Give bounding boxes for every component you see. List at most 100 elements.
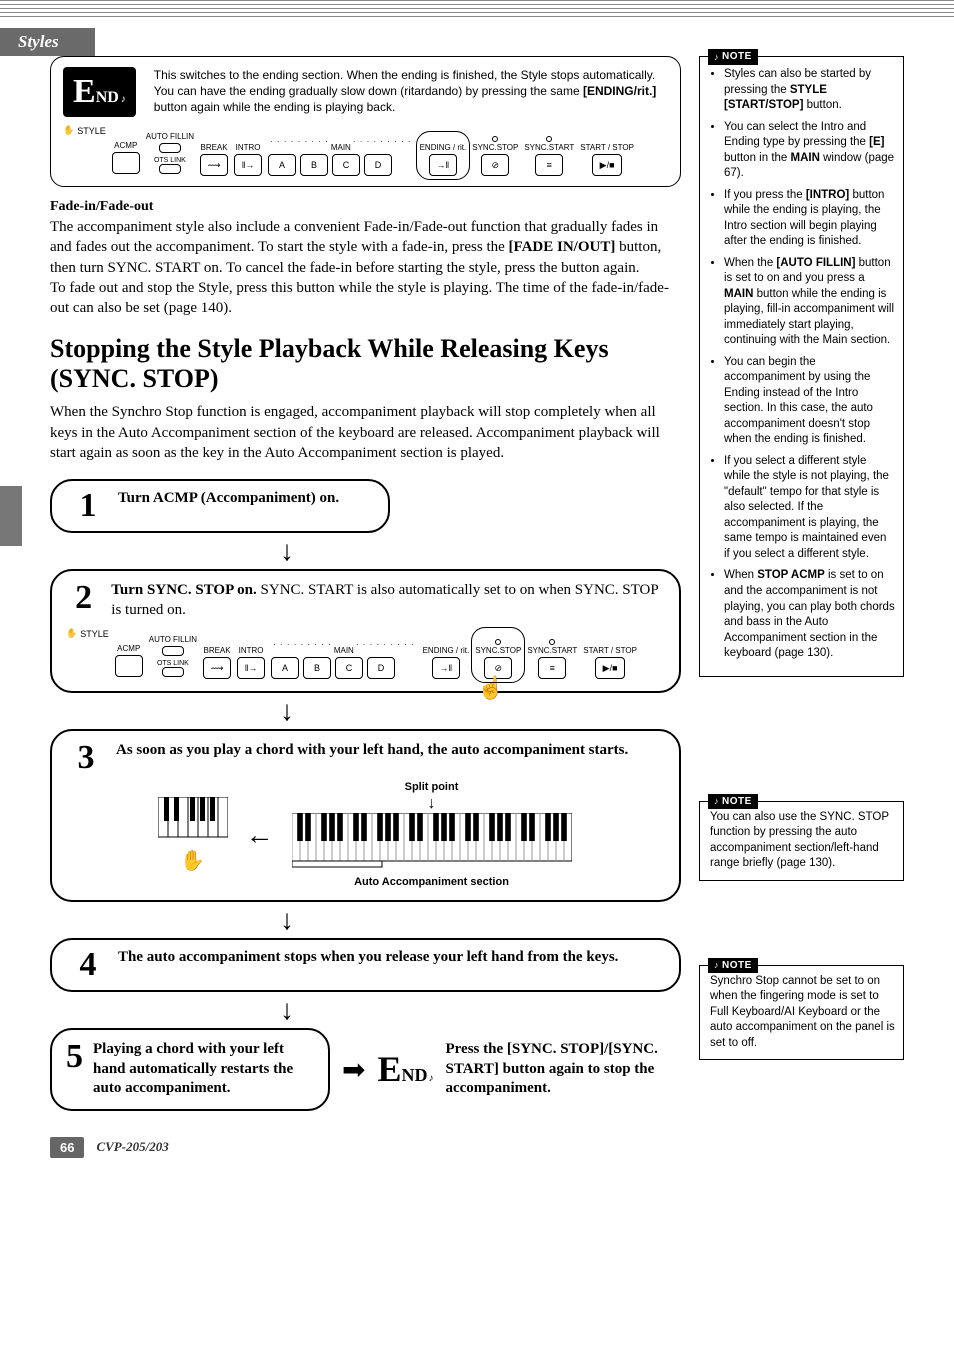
intro-label: INTRO bbox=[234, 143, 262, 152]
flow-arrow-4: ↓ bbox=[280, 996, 681, 1024]
otslink-button[interactable] bbox=[159, 164, 181, 174]
flow-arrow-2: ↓ bbox=[280, 697, 681, 725]
mini-keyboard-left bbox=[158, 797, 228, 845]
note-1-tag: NOTE bbox=[708, 49, 758, 65]
note-3-tag: NOTE bbox=[708, 958, 758, 974]
main-d-button-2[interactable]: D bbox=[367, 657, 395, 679]
acmp-button-2[interactable] bbox=[115, 655, 143, 677]
startstop-group: START / STOP ▶/■ bbox=[580, 143, 634, 176]
break-button[interactable]: ⟿ bbox=[200, 154, 228, 176]
flow-arrow-1: ↓ bbox=[280, 537, 681, 565]
hand-pointer-icon: ☝ bbox=[477, 675, 504, 701]
side-column: NOTE Styles can also be started by press… bbox=[699, 56, 904, 1074]
main-label-row: · · · · · · · · · MAIN · · · · · · · · · bbox=[268, 143, 414, 152]
fade-paragraph-1: The accompaniment style also include a c… bbox=[50, 217, 681, 278]
step-1-text: Turn ACMP (Accompaniment) on. bbox=[118, 489, 339, 509]
startstop-label-2: START / STOP bbox=[583, 646, 637, 655]
main-c-button-2[interactable]: C bbox=[335, 657, 363, 679]
acmp-button[interactable] bbox=[112, 152, 140, 174]
left-arrow-icon: ← bbox=[246, 819, 274, 851]
syncstop-button[interactable]: ⊘ bbox=[481, 154, 509, 176]
step-4-number: 4 bbox=[68, 948, 108, 982]
note-2-tag: NOTE bbox=[708, 794, 758, 810]
main-d-button[interactable]: D bbox=[364, 154, 392, 176]
autofillin-label-2: AUTO FILLIN bbox=[149, 635, 197, 644]
ending-label-2: ENDING / rit. bbox=[423, 646, 470, 655]
model-label: CVP-205/203 bbox=[96, 1139, 168, 1155]
auto-accompaniment-label: Auto Accompaniment section bbox=[292, 876, 572, 888]
step-5-row: 5 Playing a chord with your left hand au… bbox=[50, 1028, 681, 1111]
end-explanation-box: END♪ This switches to the ending section… bbox=[50, 56, 681, 187]
syncstart-button[interactable]: ≡ bbox=[535, 154, 563, 176]
note-1-item-6: When STOP ACMP is set to on and the acco… bbox=[724, 568, 895, 661]
intro-group: INTRO ‖→ bbox=[234, 143, 262, 176]
note-1-item-3: When the [AUTO FILLIN] button is set to … bbox=[724, 256, 895, 349]
keyboard-illustration: ✋ ← Split point ↓ bbox=[66, 781, 663, 888]
main-group: · · · · · · · · · MAIN · · · · · · · · ·… bbox=[268, 143, 414, 176]
note-1-item-5: If you select a different style while th… bbox=[724, 454, 895, 563]
note-1-item-4: You can begin the accompaniment by using… bbox=[724, 355, 895, 448]
end-badge: END♪ bbox=[63, 67, 136, 117]
step-3-text: As soon as you play a chord with your le… bbox=[116, 741, 628, 761]
intro-button-2[interactable]: ‖→ bbox=[237, 657, 265, 679]
syncstop-label-2: SYNC.STOP bbox=[475, 646, 521, 655]
end-badge-suffix: ND bbox=[96, 89, 119, 107]
style-category-label: ✋ STYLE bbox=[63, 125, 106, 136]
note-1-item-2: If you press the [INTRO] button while th… bbox=[724, 188, 895, 250]
main-b-button-2[interactable]: B bbox=[303, 657, 331, 679]
step-2-box: 2 Turn SYNC. STOP on. SYNC. START is als… bbox=[50, 569, 681, 693]
split-point-label: Split point ↓ bbox=[292, 781, 572, 813]
autofillin-button-2[interactable] bbox=[162, 646, 184, 656]
break-button-2[interactable]: ⟿ bbox=[203, 657, 231, 679]
ending-label: ENDING / rit. bbox=[420, 143, 467, 152]
syncstart-button-2[interactable]: ≡ bbox=[538, 657, 566, 679]
step-4-box: 4 The auto accompaniment stops when you … bbox=[50, 938, 681, 992]
acmp-label-2: ACMP bbox=[115, 644, 143, 653]
intro-paragraph: When the Synchro Stop function is engage… bbox=[50, 402, 681, 463]
step-3-number: 3 bbox=[66, 741, 106, 775]
otslink-button-2[interactable] bbox=[162, 667, 184, 677]
step-2-text: Turn SYNC. STOP on. SYNC. START is also … bbox=[111, 581, 663, 620]
step-2-number: 2 bbox=[66, 581, 101, 615]
note-box-3: NOTE Synchro Stop cannot be set to on wh… bbox=[699, 965, 904, 1061]
full-keyboard bbox=[292, 813, 572, 869]
autofillin-group: AUTO FILLIN OTS LINK bbox=[146, 132, 194, 176]
syncstart-group: SYNC.START ≡ bbox=[524, 136, 574, 176]
main-b-button[interactable]: B bbox=[300, 154, 328, 176]
intro-button[interactable]: ‖→ bbox=[234, 154, 262, 176]
autofillin-button[interactable] bbox=[159, 143, 181, 153]
main-a-button-2[interactable]: A bbox=[271, 657, 299, 679]
ending-button-2[interactable]: →‖ bbox=[432, 657, 460, 679]
startstop-button-2[interactable]: ▶/■ bbox=[595, 657, 625, 679]
section-tab: Styles bbox=[0, 28, 95, 56]
step-1-box: 1 Turn ACMP (Accompaniment) on. bbox=[50, 479, 390, 533]
note-1-item-0: Styles can also be started by pressing t… bbox=[724, 67, 895, 114]
ending-button[interactable]: →‖ bbox=[429, 154, 457, 176]
step-5-end-text: Press the [SYNC. STOP]/[SYNC. START] but… bbox=[445, 1040, 681, 1099]
syncstop-group: SYNC.STOP ⊘ bbox=[472, 136, 518, 176]
end-badge-note-icon: ♪ bbox=[121, 94, 126, 105]
style-panel-row: ✋ STYLE ACMP AUTO FILLIN OTS LINK BREAK … bbox=[63, 125, 668, 176]
fade-heading: Fade-in/Fade-out bbox=[50, 199, 681, 215]
fade-paragraph-2: To fade out and stop the Style, press th… bbox=[50, 278, 681, 319]
step-5-text: Playing a chord with your left hand auto… bbox=[93, 1040, 314, 1099]
end-text-pre: This switches to the ending section. Whe… bbox=[154, 68, 655, 98]
note-2-text: You can also use the SYNC. STOP function… bbox=[710, 810, 895, 872]
startstop-label: START / STOP bbox=[580, 143, 634, 152]
break-label: BREAK bbox=[200, 143, 228, 152]
main-a-button[interactable]: A bbox=[268, 154, 296, 176]
syncstop-label: SYNC.STOP bbox=[472, 143, 518, 152]
style-category-label-2: ✋ STYLE bbox=[66, 628, 109, 639]
note-1-item-1: You can select the Intro and Ending type… bbox=[724, 120, 895, 182]
end-badge-letter: E bbox=[73, 73, 96, 111]
style-panel-row-2: ✋ STYLE ACMP AUTO FILLINOTS LINK BREAK⟿ … bbox=[66, 628, 663, 679]
note-1-list: Styles can also be started by pressing t… bbox=[710, 67, 895, 662]
note-box-1: NOTE Styles can also be started by press… bbox=[699, 56, 904, 677]
startstop-button[interactable]: ▶/■ bbox=[592, 154, 622, 176]
main-c-button[interactable]: C bbox=[332, 154, 360, 176]
right-arrow-icon: ➡ bbox=[342, 1053, 365, 1086]
break-label-2: BREAK bbox=[203, 646, 231, 655]
note-3-text: Synchro Stop cannot be set to on when th… bbox=[710, 974, 895, 1052]
step-5-box: 5 Playing a chord with your left hand au… bbox=[50, 1028, 330, 1111]
step-4-text: The auto accompaniment stops when you re… bbox=[118, 948, 618, 968]
